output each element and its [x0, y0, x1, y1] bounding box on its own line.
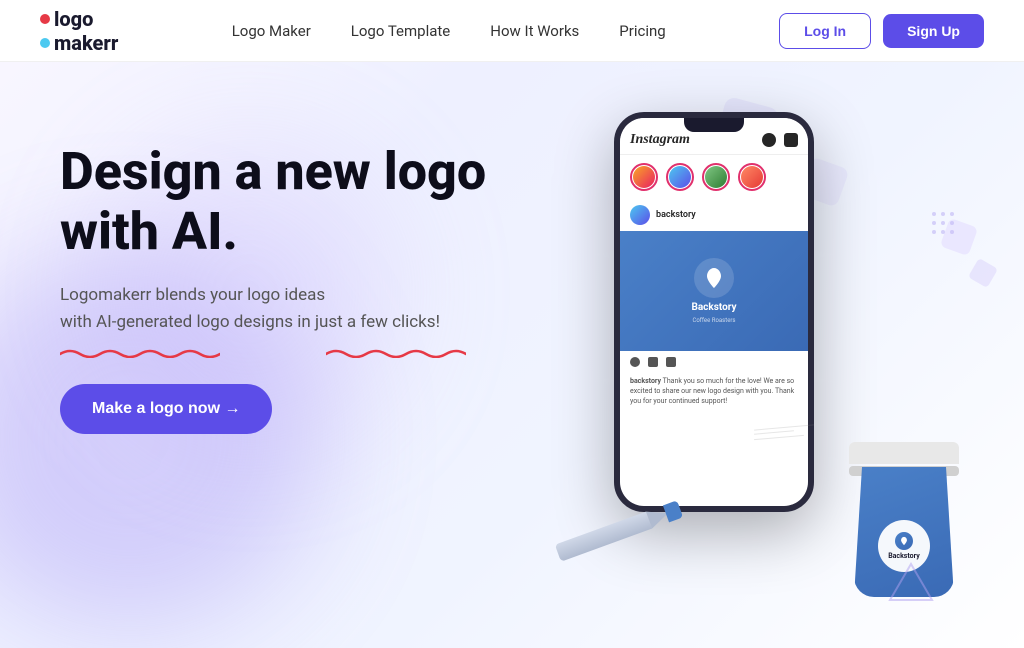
cup-icon-svg	[899, 536, 909, 546]
hero-heading-line2: with AI.	[60, 201, 238, 262]
ig-post-avatar	[630, 205, 650, 225]
dots-decoration	[932, 212, 954, 239]
nav-logo-maker[interactable]: Logo Maker	[232, 22, 311, 40]
ig-post: backstory Backstory Coffee Roasters	[620, 199, 808, 414]
phone-mockup: Instagram	[614, 112, 814, 512]
hero-section: Design a new logo with AI. Logomakerr bl…	[0, 62, 1024, 648]
phone-notch	[684, 118, 744, 132]
hero-visual: Instagram	[534, 82, 994, 642]
ig-story-3	[702, 163, 730, 191]
ig-heart-icon	[762, 133, 776, 147]
ig-story-2	[666, 163, 694, 191]
nav-pricing[interactable]: Pricing	[619, 22, 665, 40]
ig-post-image: Backstory Coffee Roasters	[620, 231, 808, 351]
nav-actions: Log In Sign Up	[779, 13, 984, 49]
hero-heading-line1: Design a new logo	[60, 141, 486, 202]
ig-post-actions	[620, 351, 808, 373]
login-button[interactable]: Log In	[779, 13, 871, 49]
squiggles	[60, 346, 486, 364]
squiggle-red	[326, 346, 466, 358]
ig-stories	[620, 155, 808, 199]
nav-links: Logo Maker Logo Template How It Works Pr…	[232, 21, 666, 40]
ig-brand-sub: Coffee Roasters	[692, 317, 735, 324]
cup-brand-icon	[895, 532, 913, 550]
ig-share-icon	[666, 357, 676, 367]
brand-icon	[702, 266, 726, 290]
logo[interactable]: logo makerr	[40, 7, 118, 55]
ig-story-1	[630, 163, 658, 191]
nav-how-it-works[interactable]: How It Works	[490, 22, 579, 40]
cta-label: Make a logo now →	[92, 400, 240, 418]
ig-caption: backstory Thank you so much for the love…	[620, 373, 808, 414]
phone-device: Instagram	[614, 112, 814, 512]
ig-story-4	[738, 163, 766, 191]
hero-heading: Design a new logo with AI.	[60, 142, 486, 262]
ig-comment-icon	[648, 357, 658, 367]
nav-logo-template[interactable]: Logo Template	[351, 22, 450, 40]
phone-screen: Instagram	[620, 118, 808, 506]
signup-button[interactable]: Sign Up	[883, 14, 984, 48]
ig-header-icons	[762, 133, 798, 147]
cup-brand-name: Backstory	[888, 552, 920, 560]
hero-subtext-line2: with AI-generated logo designs in just a…	[60, 312, 440, 332]
ig-brand-name: Backstory	[691, 302, 736, 313]
triangle-decoration	[888, 562, 934, 602]
hero-content: Design a new logo with AI. Logomakerr bl…	[60, 142, 486, 434]
ig-msg-icon	[784, 133, 798, 147]
ig-post-header: backstory	[620, 199, 808, 231]
pen-body	[555, 512, 652, 562]
hero-subtext-line1: Logomakerr blends your logo ideas	[60, 285, 325, 305]
ig-brand-logo	[694, 258, 734, 298]
navbar: logo makerr Logo Maker Logo Template How…	[0, 0, 1024, 62]
cta-button[interactable]: Make a logo now →	[60, 384, 272, 434]
ig-like-icon	[630, 357, 640, 367]
ig-logo: Instagram	[630, 132, 690, 148]
squiggle-pink	[60, 346, 220, 358]
logo-text-top: logo	[54, 7, 93, 31]
ig-post-username: backstory	[656, 210, 696, 220]
connection-lines	[754, 427, 814, 442]
logo-text-bottom: makerr	[54, 31, 118, 55]
hero-subtext: Logomakerr blends your logo ideas with A…	[60, 282, 486, 336]
